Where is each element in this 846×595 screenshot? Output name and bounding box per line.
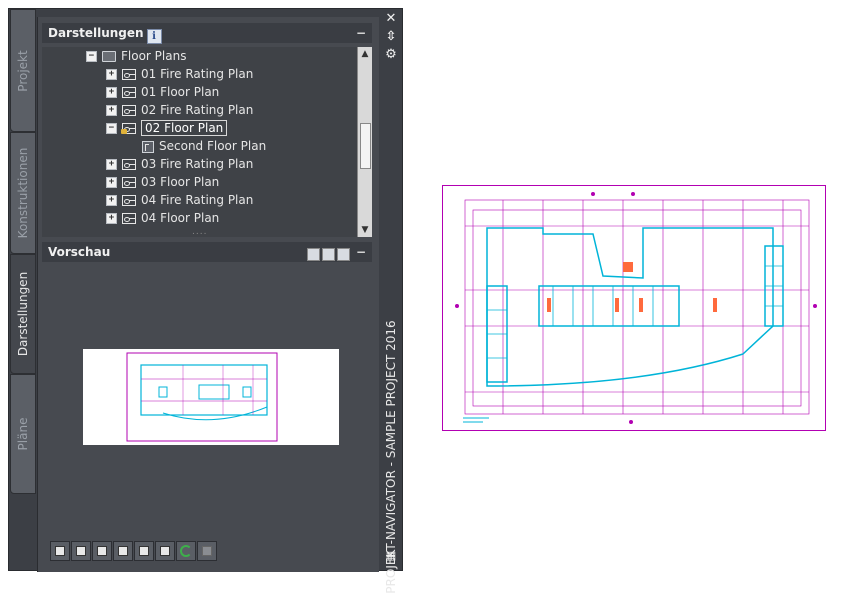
tree-item-label: 02 Floor Plan bbox=[141, 120, 228, 136]
view-icon bbox=[122, 213, 136, 224]
collapse-preview-button[interactable]: − bbox=[356, 242, 366, 262]
tree-sub-item[interactable]: Second Floor Plan bbox=[142, 137, 266, 155]
folder-icon bbox=[102, 51, 116, 62]
auto-hide-icon[interactable]: ⇳ bbox=[384, 29, 398, 44]
tree-item[interactable]: +04 Floor Plan bbox=[106, 209, 219, 227]
gear-icon[interactable]: ⚙ bbox=[384, 47, 398, 62]
preview-section-title: Vorschau bbox=[48, 245, 111, 259]
palette-body: Darstellungen i − − Floor Plans +01 Fire R… bbox=[37, 17, 379, 572]
project-navigator-palette: Projekt Konstruktionen Darstellungen Plä… bbox=[8, 8, 403, 594]
tree-item-label: 03 Floor Plan bbox=[141, 175, 220, 189]
collapse-views-button[interactable]: − bbox=[356, 23, 366, 43]
add-view-icon[interactable] bbox=[50, 541, 70, 561]
scroll-down-icon[interactable]: ▼ bbox=[358, 223, 372, 237]
tree-item-label: 04 Floor Plan bbox=[141, 211, 220, 225]
preview-fit-icon[interactable] bbox=[322, 248, 335, 261]
tree-item[interactable]: +03 Floor Plan bbox=[106, 173, 219, 191]
views-section-header: Darstellungen i − bbox=[42, 23, 372, 44]
lock-icon bbox=[121, 129, 127, 134]
views-section-title: Darstellungen bbox=[48, 26, 144, 40]
collapse-toggle-icon[interactable]: − bbox=[106, 123, 117, 134]
tree-item[interactable]: +04 Fire Rating Plan bbox=[106, 191, 253, 209]
tab-label: Darstellungen bbox=[16, 271, 30, 357]
tree-item-label: Second Floor Plan bbox=[159, 139, 267, 153]
expand-toggle-icon[interactable]: + bbox=[106, 213, 117, 224]
preview-view-icon[interactable] bbox=[307, 248, 320, 261]
add-section-view-icon[interactable] bbox=[71, 541, 91, 561]
view-icon bbox=[122, 87, 136, 98]
properties-icon[interactable] bbox=[155, 541, 175, 561]
info-icon[interactable]: i bbox=[146, 29, 162, 44]
tab-plaene[interactable]: Pläne bbox=[10, 374, 36, 494]
tree-scrollbar[interactable]: ▲ ▼ bbox=[357, 47, 372, 237]
scroll-up-icon[interactable]: ▲ bbox=[358, 47, 372, 61]
regenerate-icon[interactable] bbox=[197, 541, 217, 561]
expand-toggle-icon[interactable]: + bbox=[106, 195, 117, 206]
tab-darstellungen[interactable]: Darstellungen bbox=[10, 254, 36, 374]
view-icon bbox=[122, 195, 136, 206]
expand-toggle-icon[interactable]: + bbox=[106, 87, 117, 98]
preview-area bbox=[42, 269, 372, 534]
tree-folder-floor-plans[interactable]: − Floor Plans bbox=[86, 47, 186, 65]
view-icon bbox=[122, 105, 136, 116]
view-icon bbox=[121, 123, 136, 134]
view-icon bbox=[122, 159, 136, 170]
refresh-icon[interactable] bbox=[176, 541, 196, 561]
sheet-view-icon bbox=[142, 140, 154, 153]
add-detail-view-icon[interactable] bbox=[92, 541, 112, 561]
tree-item-label: 01 Fire Rating Plan bbox=[141, 67, 254, 81]
tree-item-selected[interactable]: − 02 Floor Plan bbox=[106, 119, 228, 137]
preview-section-header: Vorschau − bbox=[42, 242, 372, 262]
tab-label: Projekt bbox=[16, 49, 30, 92]
drawing-preview bbox=[442, 185, 826, 431]
preview-floor-plan-image bbox=[126, 352, 278, 442]
floor-plan-drawing bbox=[455, 192, 817, 424]
tree-item[interactable]: +02 Fire Rating Plan bbox=[106, 101, 253, 119]
clipboard-icon[interactable] bbox=[113, 541, 133, 561]
expand-toggle-icon[interactable]: + bbox=[106, 69, 117, 80]
scroll-thumb[interactable] bbox=[360, 123, 371, 169]
palette-menu-icon[interactable]: ▦ bbox=[384, 549, 398, 562]
preview-icons bbox=[305, 244, 350, 264]
expand-toggle-icon[interactable]: + bbox=[106, 159, 117, 170]
select-view-icon[interactable] bbox=[134, 541, 154, 561]
expand-toggle-icon[interactable]: + bbox=[106, 177, 117, 188]
preview-thumbnail bbox=[83, 349, 339, 445]
tab-projekt[interactable]: Projekt bbox=[10, 9, 36, 132]
tree-item[interactable]: +01 Floor Plan bbox=[106, 83, 219, 101]
tree-item-label: 02 Fire Rating Plan bbox=[141, 103, 254, 117]
tab-konstruktionen[interactable]: Konstruktionen bbox=[10, 132, 36, 254]
tree-item-label: 01 Floor Plan bbox=[141, 85, 220, 99]
tree-item-label: 04 Fire Rating Plan bbox=[141, 193, 254, 207]
views-tree: − Floor Plans +01 Fire Rating Plan +01 Fl… bbox=[42, 47, 372, 237]
tree-item[interactable]: +03 Fire Rating Plan bbox=[106, 155, 253, 173]
tree-item[interactable]: +01 Fire Rating Plan bbox=[106, 65, 253, 83]
view-icon bbox=[122, 69, 136, 80]
close-icon[interactable]: ✕ bbox=[384, 11, 398, 26]
collapse-toggle-icon[interactable]: − bbox=[86, 51, 97, 62]
preview-zoom-icon[interactable] bbox=[337, 248, 350, 261]
tree-item-label: 03 Fire Rating Plan bbox=[141, 157, 254, 171]
palette-title-strip: ✕ ⇳ ⚙ PROJEKT-NAVIGATOR - SAMPLE PROJECT… bbox=[380, 9, 402, 594]
expand-toggle-icon[interactable]: + bbox=[106, 105, 117, 116]
view-icon bbox=[122, 177, 136, 188]
tree-folder-label: Floor Plans bbox=[121, 49, 187, 63]
bottom-toolbar bbox=[50, 541, 218, 563]
tab-label: Konstruktionen bbox=[16, 147, 30, 239]
tab-label: Pläne bbox=[16, 417, 30, 451]
